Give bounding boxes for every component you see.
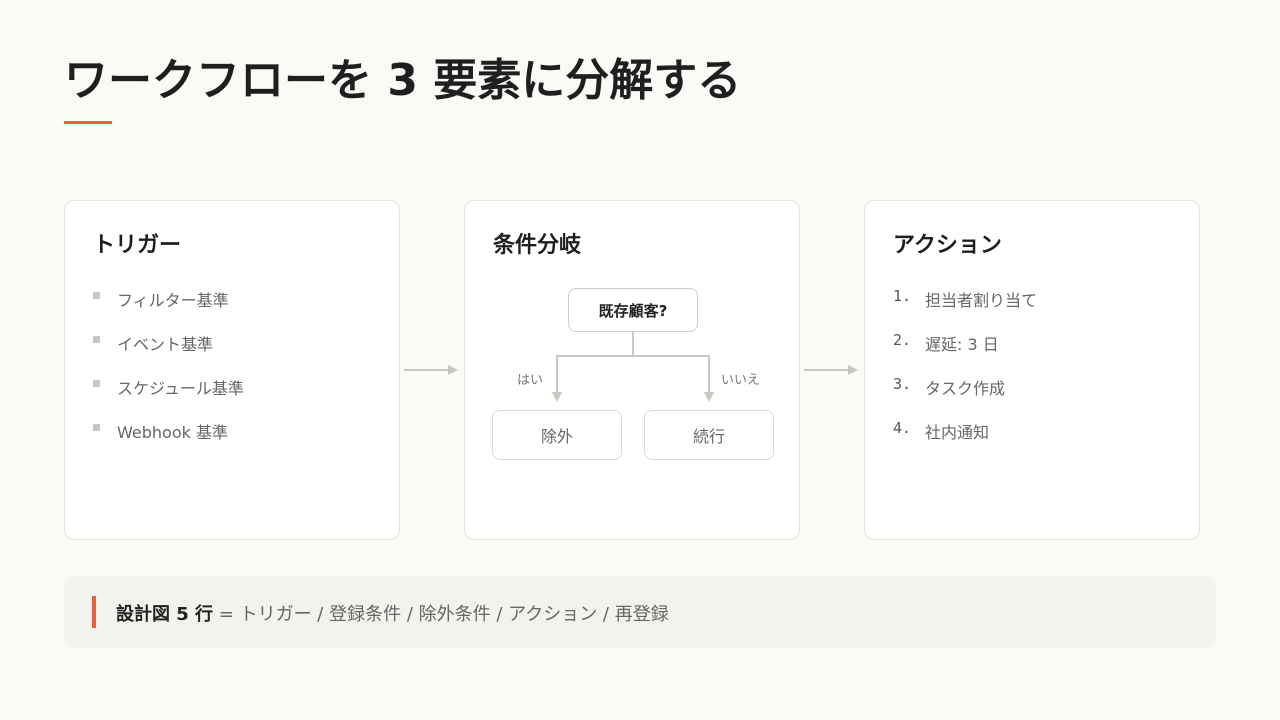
page-title: ワークフローを 3 要素に分解する bbox=[64, 55, 742, 106]
title-accent-line bbox=[64, 121, 112, 124]
summary-strong: 設計図 5 行 bbox=[116, 604, 214, 625]
summary-text: 設計図 5 行 = トリガー / 登録条件 / 除外条件 / アクション / 再… bbox=[116, 600, 669, 626]
list-item: フィルター基準 bbox=[93, 287, 244, 331]
condition-card: 条件分岐 既存顧客? はい いいえ 除外 続行 bbox=[464, 200, 800, 540]
trigger-list: フィルター基準 イベント基準 スケジュール基準 Webhook 基準 bbox=[93, 287, 244, 463]
square-bullet-icon bbox=[93, 336, 100, 343]
list-item: スケジュール基準 bbox=[93, 375, 244, 419]
list-item: Webhook 基準 bbox=[93, 419, 244, 463]
decision-node: 既存顧客? bbox=[568, 288, 698, 332]
action-list: 1. 担当者割り当て 2. 遅延: 3 日 3. タスク作成 4. 社内通知 bbox=[893, 287, 1037, 463]
square-bullet-icon bbox=[93, 380, 100, 387]
list-item: 4. 社内通知 bbox=[893, 419, 990, 442]
continue-node: 続行 bbox=[644, 410, 774, 460]
summary-box: 設計図 5 行 = トリガー / 登録条件 / 除外条件 / アクション / 再… bbox=[64, 576, 1216, 648]
exclude-node: 除外 bbox=[492, 410, 622, 460]
list-item: イベント基準 bbox=[93, 331, 244, 375]
yes-label: はい bbox=[517, 373, 544, 388]
arrow-right-icon bbox=[804, 365, 858, 375]
trigger-card: トリガー フィルター基準 イベント基準 スケジュール基準 Webhook 基準 bbox=[64, 200, 400, 540]
arrow-right-icon bbox=[404, 365, 458, 375]
summary-rest: = トリガー / 登録条件 / 除外条件 / アクション / 再登録 bbox=[213, 604, 669, 625]
no-label: いいえ bbox=[721, 373, 761, 388]
action-title: アクション bbox=[893, 233, 1002, 258]
list-item: 1. 担当者割り当て bbox=[893, 287, 1038, 310]
list-item: 2. 遅延: 3 日 bbox=[893, 331, 999, 354]
square-bullet-icon bbox=[93, 292, 100, 299]
action-card: アクション 1. 担当者割り当て 2. 遅延: 3 日 3. タスク作成 4. 社内通知 bbox=[864, 200, 1200, 540]
summary-accent-bar bbox=[92, 596, 96, 628]
square-bullet-icon bbox=[93, 424, 100, 431]
trigger-title: トリガー bbox=[93, 233, 182, 258]
list-item: 3. タスク作成 bbox=[893, 375, 1006, 398]
